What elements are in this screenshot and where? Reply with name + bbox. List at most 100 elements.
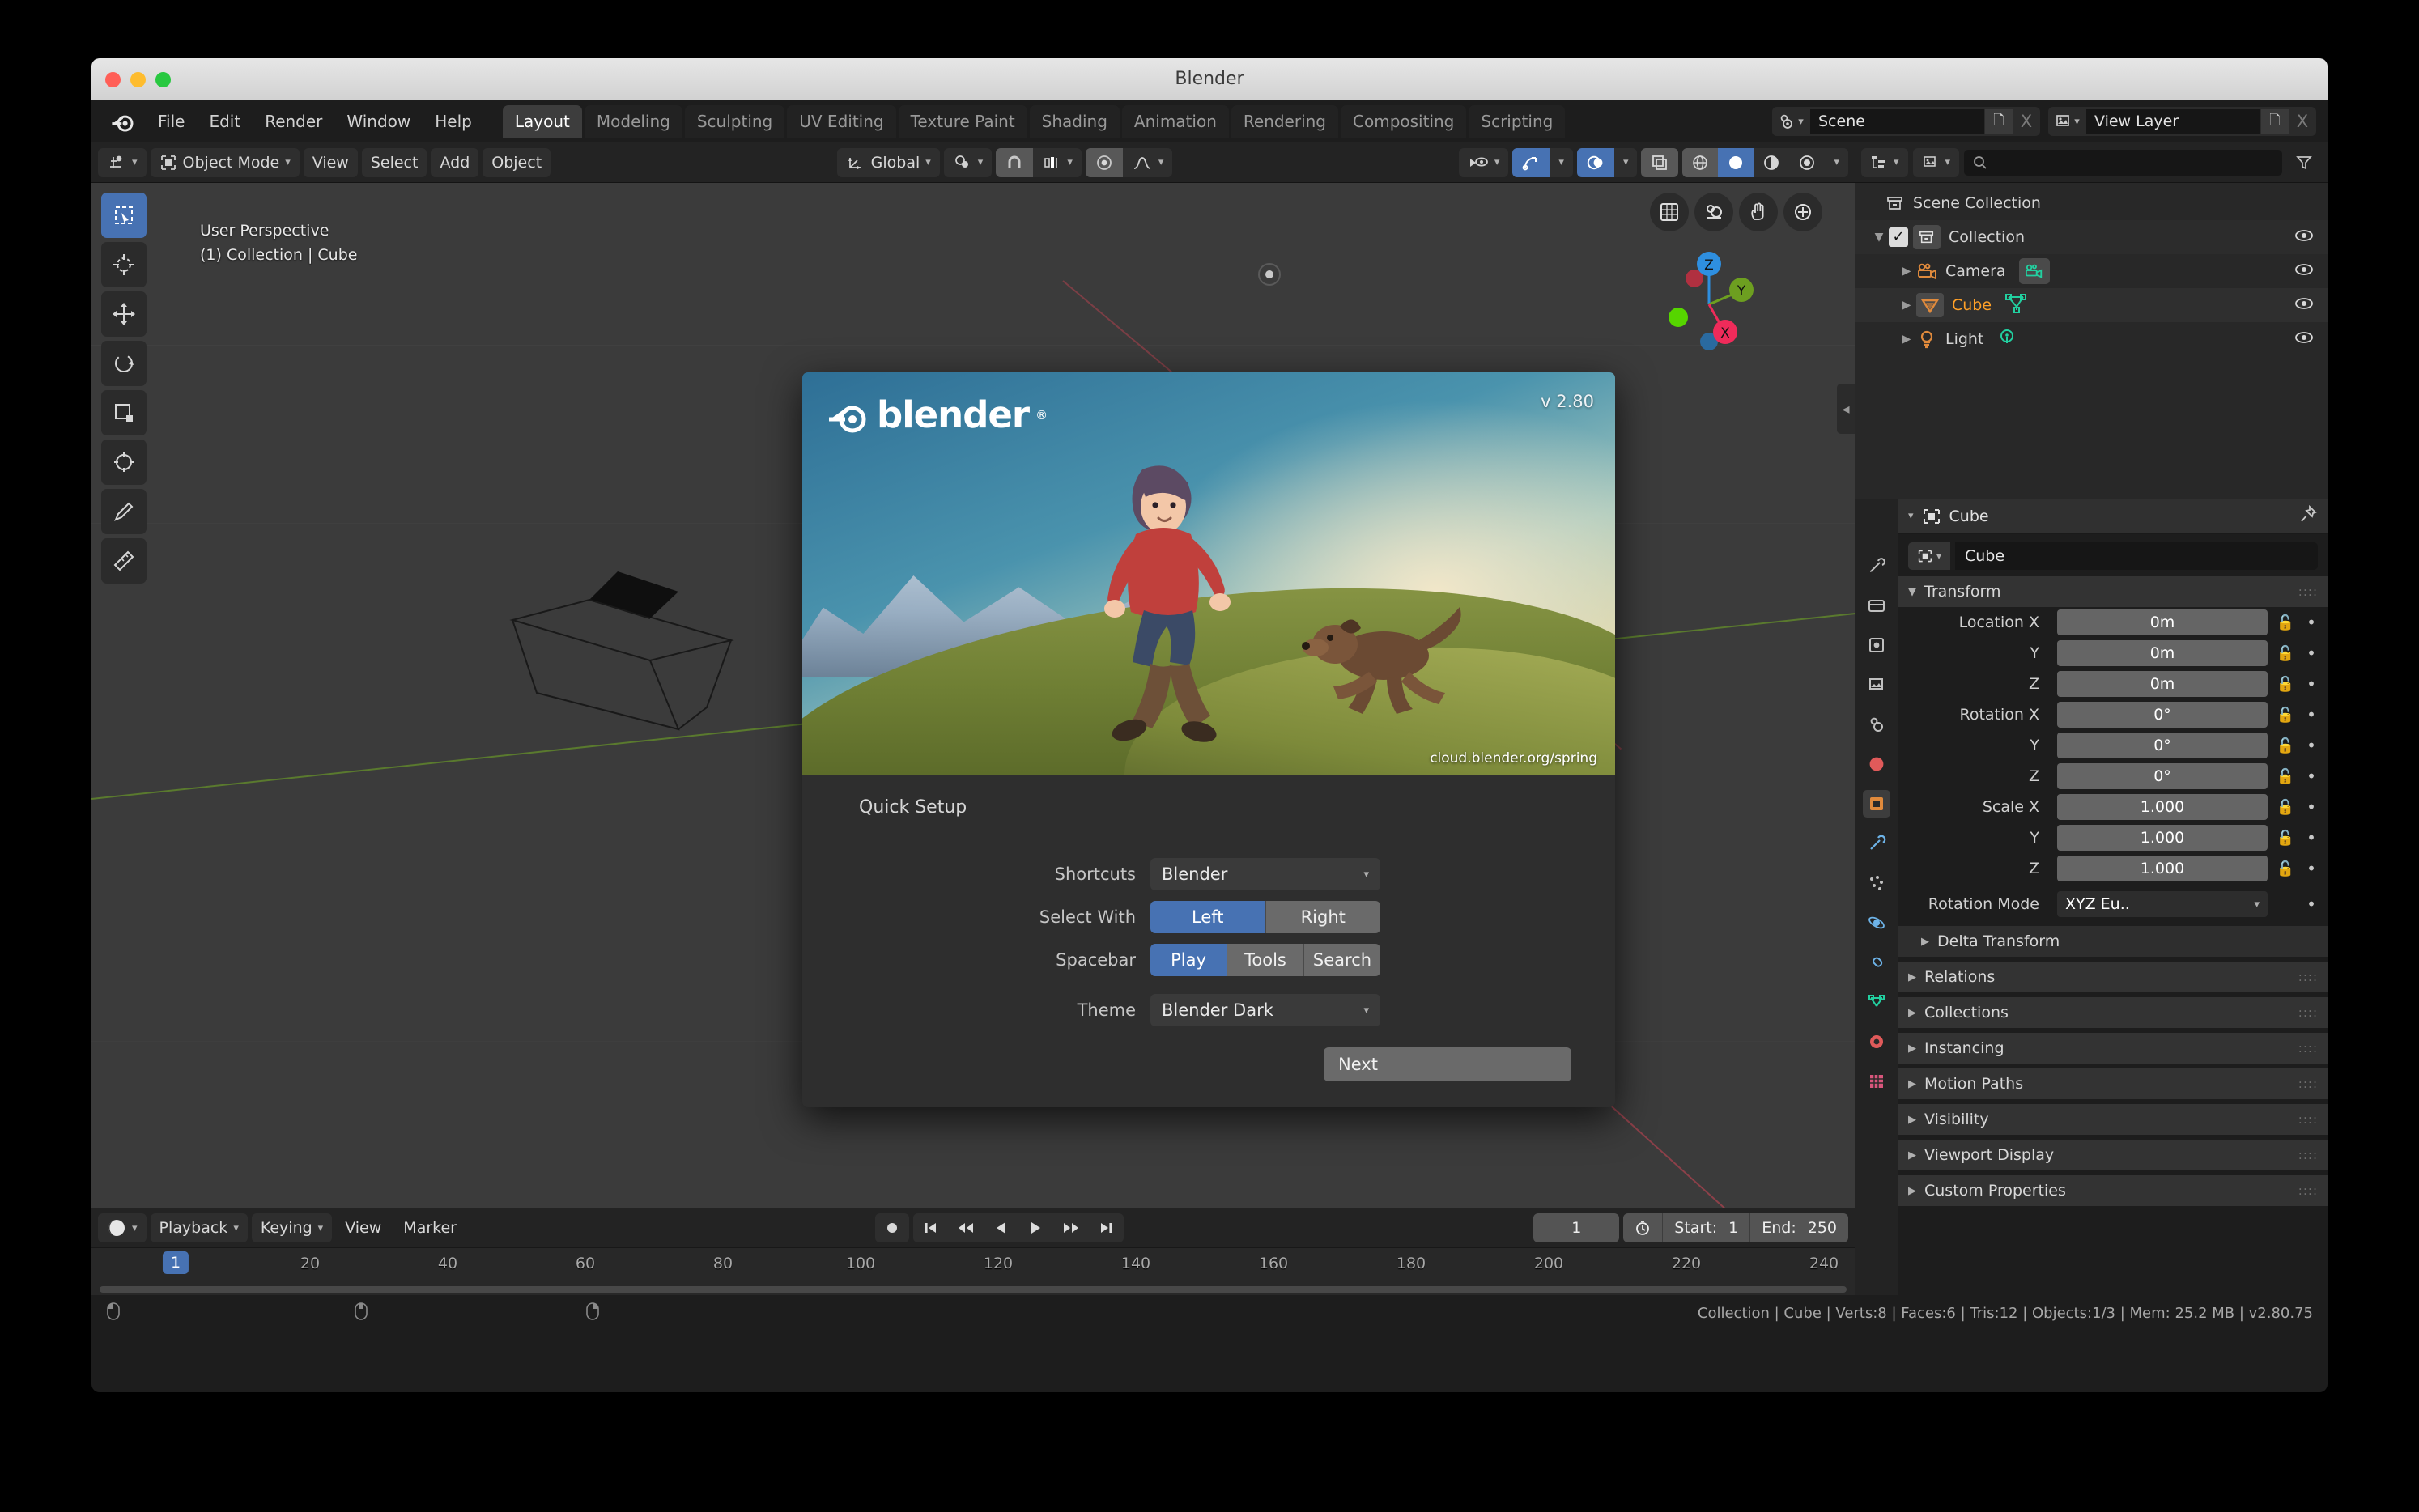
xray-icon[interactable] — [1641, 148, 1678, 177]
row-value[interactable]: 0m — [2057, 671, 2268, 697]
magnet-icon[interactable] — [996, 148, 1033, 177]
properties-tab-physics[interactable] — [1863, 909, 1890, 937]
tab-shading[interactable]: Shading — [1030, 105, 1120, 138]
current-frame-field[interactable]: 1 — [1533, 1213, 1619, 1242]
properties-tab-texture[interactable] — [1863, 1068, 1890, 1095]
camera-wireframe[interactable] — [504, 563, 772, 733]
gizmo-icon[interactable] — [1512, 148, 1550, 177]
camera-icon[interactable] — [1694, 193, 1733, 231]
jump-to-end-button[interactable] — [1090, 1213, 1124, 1242]
navigation-gizmo[interactable]: Z Y X — [1644, 240, 1774, 369]
row-value[interactable]: 1.000 — [2057, 856, 2268, 881]
properties-tab-material[interactable] — [1863, 1028, 1890, 1055]
select-with-option-left[interactable]: Left — [1150, 901, 1266, 933]
start-frame-field[interactable]: Start: 1 — [1662, 1213, 1749, 1242]
lock-icon[interactable]: 🔓 — [2274, 614, 2297, 631]
drag-handle-dots[interactable]: :::: — [2298, 1148, 2318, 1162]
menu-edit[interactable]: Edit — [198, 107, 252, 136]
play-reverse-button[interactable] — [984, 1213, 1018, 1242]
timeline-editor-type[interactable]: ▾ — [98, 1213, 147, 1242]
drag-handle-dots[interactable]: :::: — [2298, 1183, 2318, 1198]
measure-tool[interactable] — [101, 538, 147, 584]
gizmo-options-chevron[interactable]: ▾ — [1550, 148, 1573, 177]
editor-type-selector[interactable]: ▾ — [98, 148, 147, 177]
drag-handle-dots[interactable]: :::: — [2298, 970, 2318, 984]
panel-header-custom-properties[interactable]: ▶ Custom Properties :::: — [1898, 1175, 2328, 1206]
select-box-tool[interactable] — [101, 193, 147, 238]
select-with-option-right[interactable]: Right — [1266, 901, 1381, 933]
theme-dropdown[interactable]: Blender Dark ▾ — [1150, 994, 1380, 1026]
perspective-icon[interactable] — [1783, 193, 1822, 231]
outliner-row-scene-collection[interactable]: Scene Collection — [1855, 186, 2328, 220]
timeline-ruler[interactable]: 1 20 40 60 80 100 120 140 160 180 200 22… — [91, 1247, 1855, 1295]
minimize-window-button[interactable] — [130, 72, 146, 87]
unlink-scene-button[interactable]: X — [2013, 109, 2040, 134]
snap-target-selector[interactable]: ▾ — [1033, 148, 1082, 177]
playhead[interactable]: 1 — [163, 1251, 189, 1274]
shading-solid-button[interactable] — [1718, 148, 1754, 177]
scene-selector[interactable]: ▾ Scene 🗋 X — [1772, 107, 2040, 136]
timeline-menu-playback[interactable]: Playback ▾ — [151, 1213, 248, 1242]
new-scene-button[interactable]: 🗋 — [1985, 109, 2013, 134]
mesh-data-icon[interactable] — [2004, 293, 2029, 318]
pin-icon[interactable] — [2298, 504, 2318, 528]
shading-rendered-button[interactable] — [1789, 148, 1825, 177]
properties-tab-constraints[interactable] — [1863, 949, 1890, 976]
outliner-row-camera[interactable]: ▶ Camera — [1855, 254, 2328, 288]
animate-property-dot[interactable]: • — [2303, 797, 2319, 817]
next-button[interactable]: Next — [1324, 1047, 1571, 1081]
scene-name-field[interactable]: Scene — [1810, 109, 1984, 134]
panel-header-visibility[interactable]: ▶ Visibility :::: — [1898, 1104, 2328, 1135]
lock-icon[interactable]: 🔓 — [2274, 737, 2297, 754]
shading-material-button[interactable] — [1754, 148, 1789, 177]
prev-keyframe-button[interactable] — [947, 1213, 984, 1242]
lock-icon[interactable]: 🔓 — [2274, 768, 2297, 785]
close-window-button[interactable] — [105, 72, 121, 87]
collection-visibility-checkbox[interactable]: ✓ — [1889, 227, 1908, 247]
panel-header-transform[interactable]: ▼ Transform :::: — [1898, 576, 2328, 607]
maximize-window-button[interactable] — [155, 72, 171, 87]
chevron-down-icon[interactable]: ▾ — [1908, 510, 1914, 522]
cursor-tool[interactable] — [101, 242, 147, 287]
outliner-row-light[interactable]: ▶ Light — [1855, 322, 2328, 356]
tab-sculpting[interactable]: Sculpting — [685, 105, 784, 138]
viewport-menu-add[interactable]: Add — [431, 148, 478, 177]
animate-property-dot[interactable]: • — [2303, 767, 2319, 786]
outliner-row-cube[interactable]: ▶ Cube — [1855, 288, 2328, 322]
object-types-visibility-icon[interactable]: ▾ — [1459, 148, 1509, 177]
lock-icon[interactable]: 🔓 — [2274, 707, 2297, 724]
panel-header-collections[interactable]: ▶ Collections :::: — [1898, 997, 2328, 1028]
row-value[interactable]: 0m — [2057, 640, 2268, 666]
filter-icon[interactable] — [2287, 148, 2321, 177]
panel-header-delta-transform[interactable]: ▶ Delta Transform — [1898, 926, 2328, 957]
panel-header-instancing[interactable]: ▶ Instancing :::: — [1898, 1033, 2328, 1064]
row-value[interactable]: 0° — [2057, 763, 2268, 789]
properties-tab-tool[interactable] — [1863, 552, 1890, 580]
tab-modeling[interactable]: Modeling — [585, 105, 682, 138]
overlays-options-chevron[interactable]: ▾ — [1614, 148, 1638, 177]
animate-property-dot[interactable]: • — [2303, 613, 2319, 632]
outliner-filter-view-layer[interactable]: ▾ — [1913, 148, 1960, 177]
drag-handle-dots[interactable]: :::: — [2298, 1077, 2318, 1091]
jump-to-start-button[interactable] — [913, 1213, 947, 1242]
lock-icon[interactable]: 🔓 — [2274, 830, 2297, 847]
animate-property-dot[interactable]: • — [2303, 705, 2319, 724]
falloff-selector[interactable]: ▾ — [1123, 148, 1173, 177]
mode-selector[interactable]: Object Mode ▾ — [151, 148, 300, 177]
properties-tab-render[interactable] — [1863, 592, 1890, 619]
spacebar-option-play[interactable]: Play — [1150, 944, 1227, 976]
disclosure-triangle-right-icon[interactable]: ▶ — [1897, 299, 1916, 312]
menu-render[interactable]: Render — [253, 107, 334, 136]
visibility-eye-icon[interactable] — [2294, 329, 2315, 350]
rotate-tool[interactable] — [101, 341, 147, 386]
visibility-eye-icon[interactable] — [2294, 261, 2315, 282]
panel-header-relations[interactable]: ▶ Relations :::: — [1898, 962, 2328, 992]
properties-tab-world[interactable] — [1863, 750, 1890, 778]
menu-help[interactable]: Help — [423, 107, 483, 136]
shading-wireframe-button[interactable] — [1682, 148, 1718, 177]
viewport-menu-select[interactable]: Select — [362, 148, 427, 177]
outliner-search-input[interactable] — [1964, 150, 2282, 176]
sidebar-toggle-arrow[interactable]: ◂ — [1837, 384, 1855, 434]
row-value[interactable]: 0° — [2057, 733, 2268, 758]
unlink-view-layer-button[interactable]: X — [2289, 109, 2316, 134]
